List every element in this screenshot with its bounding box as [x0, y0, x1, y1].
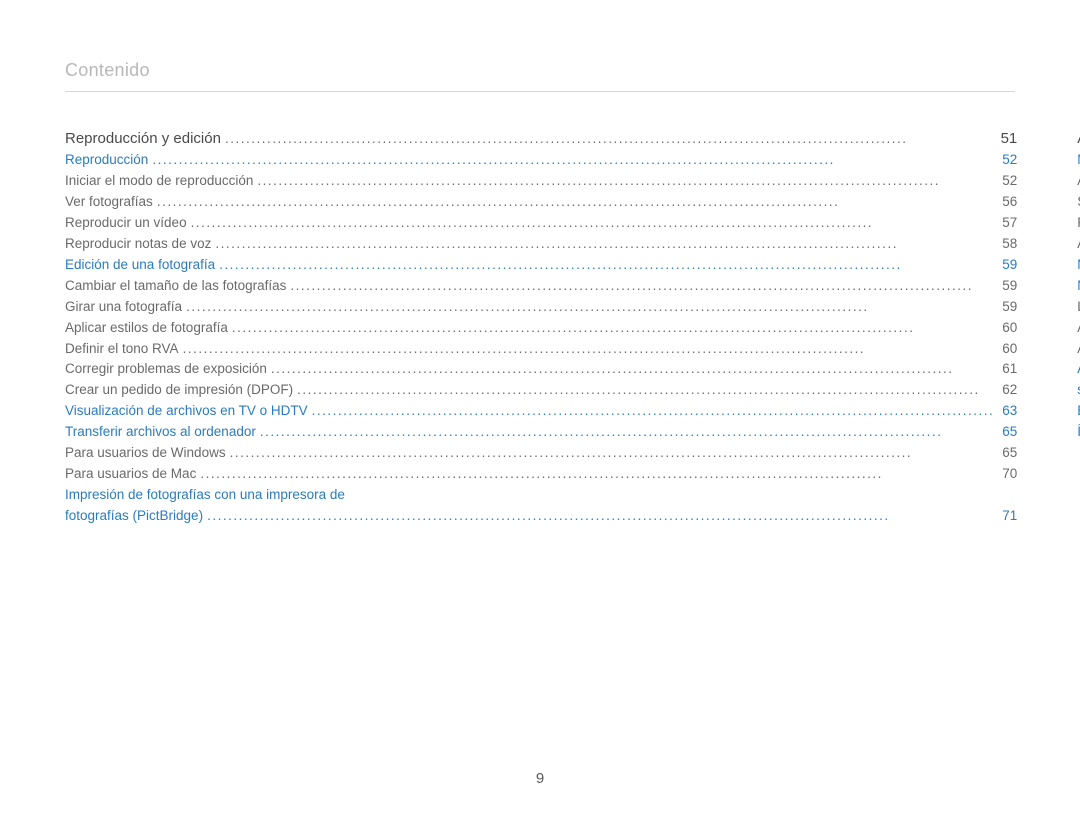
- toc-entry-page: 62: [998, 380, 1017, 401]
- toc-entry: Girar una fotografía 59: [65, 297, 1017, 318]
- toc-entry-page: 59: [998, 297, 1017, 318]
- toc-leader-dots: [228, 318, 998, 339]
- toc-entry: Iniciar el modo de reproducción 52: [65, 171, 1017, 192]
- toc-entry-page: 61: [998, 359, 1017, 380]
- toc-entry: Para usuarios de Mac 70: [65, 464, 1017, 485]
- toc-entry-page: 65: [998, 443, 1017, 464]
- toc-entry[interactable]: Edición de una fotografía 59: [65, 255, 1017, 276]
- toc-leader-dots: [253, 171, 998, 192]
- toc-entry-page: 57: [998, 213, 1017, 234]
- toc-entry-page: 60: [998, 318, 1017, 339]
- toc-leader-dots: [293, 380, 998, 401]
- toc-entry-page: 58: [998, 234, 1017, 255]
- toc-leader-dots: [267, 359, 998, 380]
- toc-entry: Corregir problemas de exposición 61: [65, 359, 1017, 380]
- toc-entry-label: Para usuarios de Mac: [65, 464, 196, 485]
- toc-entry-page: 59: [998, 276, 1017, 297]
- toc-leader-dots: [308, 401, 999, 422]
- toc-entry: Ver fotografías 56: [65, 192, 1017, 213]
- toc-entry[interactable]: Impresión de fotografías con una impreso…: [65, 485, 1017, 506]
- toc-entry[interactable]: Reproducción 52: [65, 150, 1017, 171]
- toc-entry-label: Visualización de archivos en TV o HDTV: [65, 401, 308, 422]
- toc-entry-label: Reproducción: [65, 150, 148, 171]
- toc-column-left: Reproducción y edición51Reproducción52In…: [65, 127, 1017, 527]
- toc-leader-dots: [286, 276, 998, 297]
- toc-columns: Reproducción y edición51Reproducción52In…: [65, 127, 1015, 527]
- toc-entry-label: Impresión de fotografías con una impreso…: [65, 485, 345, 506]
- toc-entry-label: Cambiar el tamaño de las fotografías: [65, 276, 286, 297]
- page-number: 9: [0, 770, 1080, 787]
- toc-entry[interactable]: Visualización de archivos en TV o HDTV 63: [65, 401, 1017, 422]
- toc-entry-label: Para usuarios de Windows: [65, 443, 226, 464]
- toc-leader-dots: [153, 192, 998, 213]
- toc-leader-dots: [196, 464, 998, 485]
- toc-leader-dots: [203, 506, 998, 527]
- toc-entry: Aplicar estilos de fotografía 60: [65, 318, 1017, 339]
- toc-entry-label: Girar una fotografía: [65, 297, 182, 318]
- toc-entry[interactable]: Transferir archivos al ordenador 65: [65, 422, 1017, 443]
- toc-entry-label: Ver fotografías: [65, 192, 153, 213]
- toc-leader-dots: [187, 213, 999, 234]
- toc-entry: Reproducción y edición 51: [65, 127, 1017, 150]
- toc-entry-page: 59: [998, 255, 1017, 276]
- toc-entry-page: 71: [998, 506, 1017, 527]
- toc-leader-dots: [148, 150, 998, 171]
- toc-entry-page: 70: [998, 464, 1017, 485]
- toc-leader-dots: [221, 129, 997, 150]
- toc-leader-dots: [226, 443, 999, 464]
- toc-entry: Reproducir notas de voz 58: [65, 234, 1017, 255]
- toc-entry-label: Definir el tono RVA: [65, 339, 179, 360]
- toc-entry-label: fotografías (PictBridge): [65, 506, 203, 527]
- toc-entry-label: Edición de una fotografía: [65, 255, 215, 276]
- toc-entry-label: Crear un pedido de impresión (DPOF): [65, 380, 293, 401]
- toc-entry: Reproducir un vídeo 57: [65, 213, 1017, 234]
- toc-entry-page: 63: [998, 401, 1017, 422]
- toc-leader-dots: [211, 234, 998, 255]
- toc-entry-label: Reproducción y edición: [65, 127, 221, 150]
- toc-entry[interactable]: fotografías (PictBridge) 71: [65, 506, 1017, 527]
- toc-entry-page: 51: [997, 127, 1018, 150]
- toc-entry-label: Iniciar el modo de reproducción: [65, 171, 253, 192]
- toc-leader-dots: [182, 297, 998, 318]
- toc-entry-label: Corregir problemas de exposición: [65, 359, 267, 380]
- toc-entry-page: 56: [998, 192, 1017, 213]
- toc-entry: Para usuarios de Windows 65: [65, 443, 1017, 464]
- toc-leader-dots: [256, 422, 998, 443]
- toc-leader-dots: [215, 255, 998, 276]
- toc-leader-dots: [179, 339, 999, 360]
- toc-entry-label: Transferir archivos al ordenador: [65, 422, 256, 443]
- toc-entry-label: Reproducir un vídeo: [65, 213, 187, 234]
- toc-entry-label: Aplicar estilos de fotografía: [65, 318, 228, 339]
- toc-entry: Definir el tono RVA 60: [65, 339, 1017, 360]
- toc-entry: Cambiar el tamaño de las fotografías 59: [65, 276, 1017, 297]
- toc-entry-page: 60: [998, 339, 1017, 360]
- toc-entry-page: 52: [998, 150, 1017, 171]
- page-header: Contenido: [65, 60, 1015, 92]
- toc-entry-page: 65: [998, 422, 1017, 443]
- toc-entry-label: Reproducir notas de voz: [65, 234, 211, 255]
- toc-entry: Crear un pedido de impresión (DPOF) 62: [65, 380, 1017, 401]
- toc-entry-page: 52: [998, 171, 1017, 192]
